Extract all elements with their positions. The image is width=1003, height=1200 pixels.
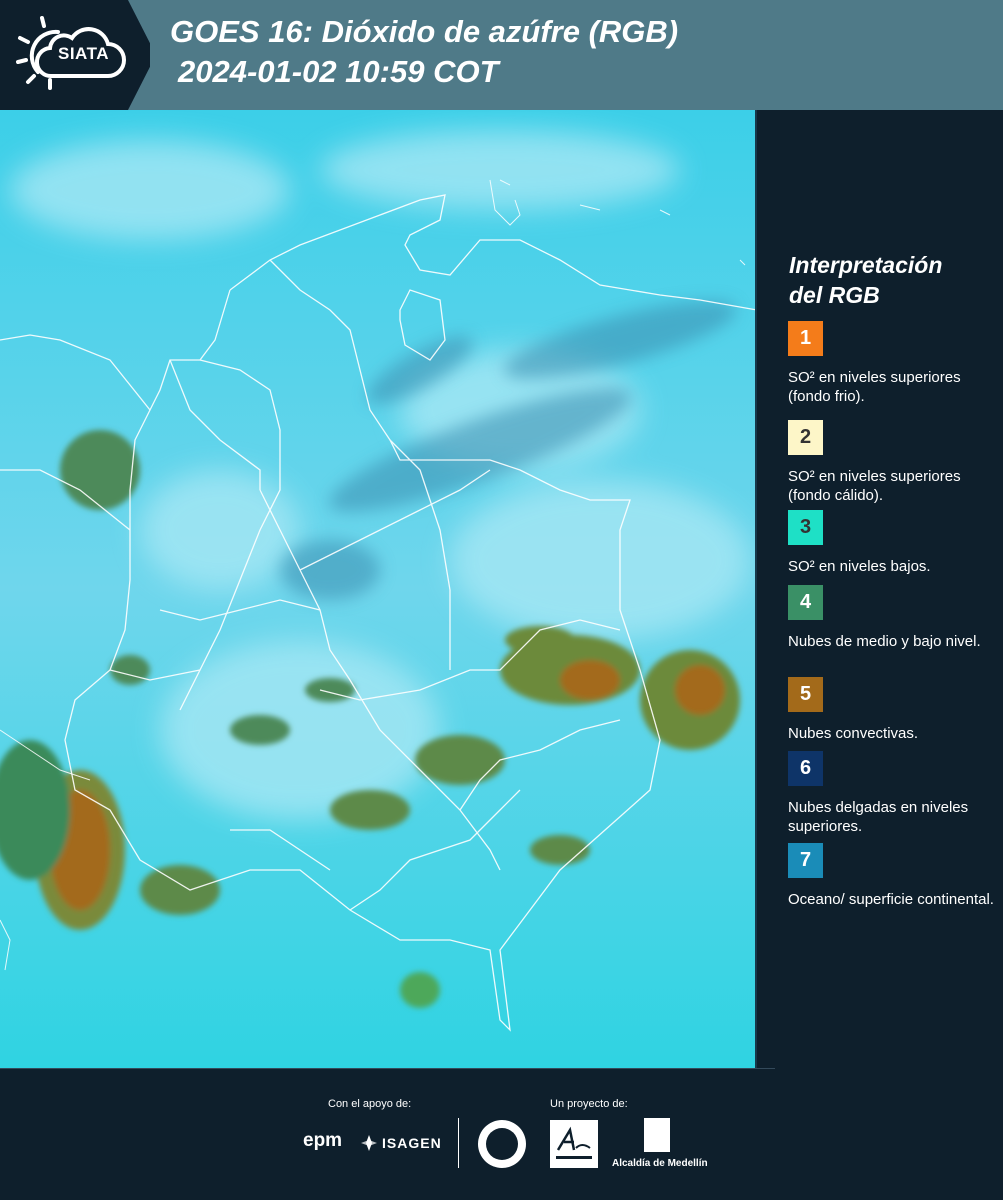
legend-label: SO² en niveles superiores (fondo frio).: [788, 369, 961, 405]
legend-label: SO² en niveles superiores (fondo cálido)…: [788, 468, 961, 504]
page-timestamp: 2024-01-02 10:59 COT: [178, 54, 499, 89]
legend-swatch: 3: [788, 510, 823, 545]
legend-title-line1: Interpretación: [789, 252, 943, 278]
project-label: Un proyecto de:: [550, 1098, 628, 1110]
logo-text: SIATA: [58, 44, 109, 63]
legend-label: Oceano/ superficie continental.: [788, 891, 994, 908]
legend-item: 1 SO² en niveles superiores (fondo frio)…: [788, 321, 998, 406]
epm-logo: epm: [303, 1130, 343, 1151]
legend-title-line2: del RGB: [789, 282, 880, 308]
legend-swatch: 7: [788, 843, 823, 878]
isagen-icon: [361, 1135, 377, 1151]
support-label: Con el apoyo de:: [328, 1098, 412, 1110]
header-bar: SIATA GOES 16: Dióxido de azúfre (RGB) 2…: [0, 0, 1003, 110]
isagen-logo: ISAGEN: [360, 1134, 442, 1152]
footer-divider: [0, 1068, 775, 1069]
satellite-image: [0, 110, 757, 1068]
legend-swatch: 4: [788, 585, 823, 620]
legend-item: 2 SO² en niveles superiores (fondo cálid…: [788, 420, 998, 507]
alcaldia-logo: Alcaldía de Medellín: [612, 1118, 722, 1173]
legend-swatch: 1: [788, 321, 823, 356]
footer: Con el apoyo de: Un proyecto de: epm ISA…: [0, 1068, 1003, 1200]
legend-swatch: 6: [788, 751, 823, 786]
legend-label: Nubes convectivas.: [788, 725, 919, 742]
legend-label: SO² en niveles bajos.: [788, 558, 931, 575]
medellin-seal-logo: [478, 1120, 526, 1168]
page-title: GOES 16: Dióxido de azúfre (RGB): [170, 14, 679, 49]
legend-title: Interpretación del RGB: [789, 250, 989, 310]
legend-swatch: 2: [788, 420, 823, 455]
legend-item: 3 SO² en niveles bajos.: [788, 510, 998, 576]
alcaldia-shield-icon: [644, 1118, 670, 1152]
legend-item: 7 Oceano/ superficie continental.: [788, 843, 998, 909]
footer-vertical-divider: [458, 1118, 459, 1168]
legend-item: 5 Nubes convectivas.: [788, 677, 998, 743]
legend-label: Nubes delgadas en niveles superiores.: [788, 799, 969, 835]
legend-panel: Interpretación del RGB 1 SO² en niveles …: [760, 110, 1003, 1068]
area-metropolitana-logo: [550, 1120, 598, 1168]
legend-swatch: 5: [788, 677, 823, 712]
alcaldia-text: Alcaldía de Medellín: [612, 1158, 708, 1169]
logo-panel: SIATA: [0, 0, 150, 110]
legend-item: 6 Nubes delgadas en niveles superiores.: [788, 751, 998, 836]
satellite-map: [0, 110, 757, 1068]
legend-label: Nubes de medio y bajo nivel.: [788, 633, 981, 650]
isagen-text: ISAGEN: [382, 1135, 442, 1151]
legend-item: 4 Nubes de medio y bajo nivel.: [788, 585, 998, 651]
